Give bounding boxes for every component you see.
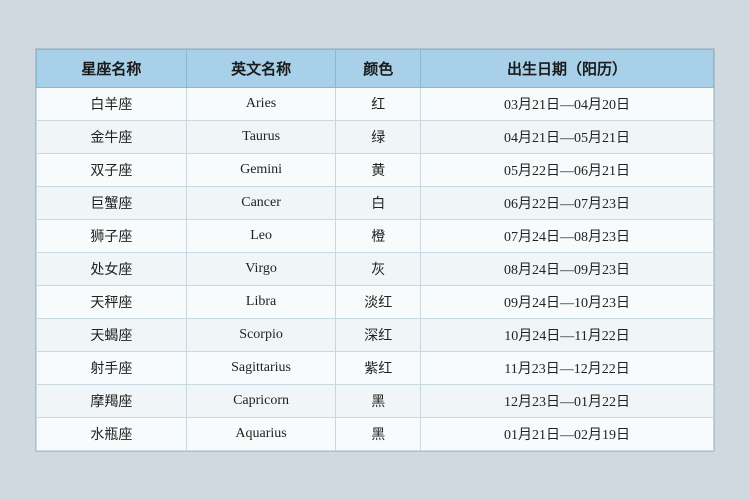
table-row: 狮子座Leo橙07月24日—08月23日	[37, 220, 714, 253]
cell-en-name: Sagittarius	[186, 352, 336, 385]
table-row: 处女座Virgo灰08月24日—09月23日	[37, 253, 714, 286]
cell-dates: 09月24日—10月23日	[421, 286, 714, 319]
zodiac-table: 星座名称 英文名称 颜色 出生日期（阳历） 白羊座Aries红03月21日—04…	[36, 49, 714, 451]
cell-cn-name: 巨蟹座	[37, 187, 187, 220]
cell-cn-name: 天蝎座	[37, 319, 187, 352]
cell-color: 黑	[336, 385, 421, 418]
cell-color: 深红	[336, 319, 421, 352]
table-row: 天秤座Libra淡红09月24日—10月23日	[37, 286, 714, 319]
cell-dates: 03月21日—04月20日	[421, 88, 714, 121]
cell-cn-name: 金牛座	[37, 121, 187, 154]
cell-cn-name: 天秤座	[37, 286, 187, 319]
cell-color: 橙	[336, 220, 421, 253]
cell-en-name: Libra	[186, 286, 336, 319]
header-en-name: 英文名称	[186, 50, 336, 88]
cell-dates: 04月21日—05月21日	[421, 121, 714, 154]
cell-en-name: Cancer	[186, 187, 336, 220]
cell-dates: 12月23日—01月22日	[421, 385, 714, 418]
table-body: 白羊座Aries红03月21日—04月20日金牛座Taurus绿04月21日—0…	[37, 88, 714, 451]
cell-color: 绿	[336, 121, 421, 154]
cell-dates: 10月24日—11月22日	[421, 319, 714, 352]
cell-color: 紫红	[336, 352, 421, 385]
table-row: 双子座Gemini黄05月22日—06月21日	[37, 154, 714, 187]
zodiac-table-container: 星座名称 英文名称 颜色 出生日期（阳历） 白羊座Aries红03月21日—04…	[35, 48, 715, 452]
cell-dates: 07月24日—08月23日	[421, 220, 714, 253]
cell-cn-name: 摩羯座	[37, 385, 187, 418]
cell-en-name: Aries	[186, 88, 336, 121]
cell-dates: 08月24日—09月23日	[421, 253, 714, 286]
cell-en-name: Leo	[186, 220, 336, 253]
cell-en-name: Gemini	[186, 154, 336, 187]
cell-cn-name: 处女座	[37, 253, 187, 286]
header-color: 颜色	[336, 50, 421, 88]
cell-color: 白	[336, 187, 421, 220]
table-row: 水瓶座Aquarius黑01月21日—02月19日	[37, 418, 714, 451]
table-header-row: 星座名称 英文名称 颜色 出生日期（阳历）	[37, 50, 714, 88]
header-cn-name: 星座名称	[37, 50, 187, 88]
table-row: 摩羯座Capricorn黑12月23日—01月22日	[37, 385, 714, 418]
cell-dates: 11月23日—12月22日	[421, 352, 714, 385]
cell-cn-name: 白羊座	[37, 88, 187, 121]
cell-en-name: Aquarius	[186, 418, 336, 451]
cell-en-name: Scorpio	[186, 319, 336, 352]
cell-cn-name: 射手座	[37, 352, 187, 385]
table-row: 天蝎座Scorpio深红10月24日—11月22日	[37, 319, 714, 352]
cell-color: 黄	[336, 154, 421, 187]
cell-color: 红	[336, 88, 421, 121]
cell-dates: 01月21日—02月19日	[421, 418, 714, 451]
cell-en-name: Taurus	[186, 121, 336, 154]
cell-color: 灰	[336, 253, 421, 286]
cell-color: 淡红	[336, 286, 421, 319]
table-row: 巨蟹座Cancer白06月22日—07月23日	[37, 187, 714, 220]
cell-color: 黑	[336, 418, 421, 451]
cell-en-name: Capricorn	[186, 385, 336, 418]
header-dates: 出生日期（阳历）	[421, 50, 714, 88]
cell-dates: 05月22日—06月21日	[421, 154, 714, 187]
cell-cn-name: 双子座	[37, 154, 187, 187]
cell-en-name: Virgo	[186, 253, 336, 286]
cell-cn-name: 狮子座	[37, 220, 187, 253]
table-row: 射手座Sagittarius紫红11月23日—12月22日	[37, 352, 714, 385]
table-row: 白羊座Aries红03月21日—04月20日	[37, 88, 714, 121]
cell-dates: 06月22日—07月23日	[421, 187, 714, 220]
cell-cn-name: 水瓶座	[37, 418, 187, 451]
table-row: 金牛座Taurus绿04月21日—05月21日	[37, 121, 714, 154]
